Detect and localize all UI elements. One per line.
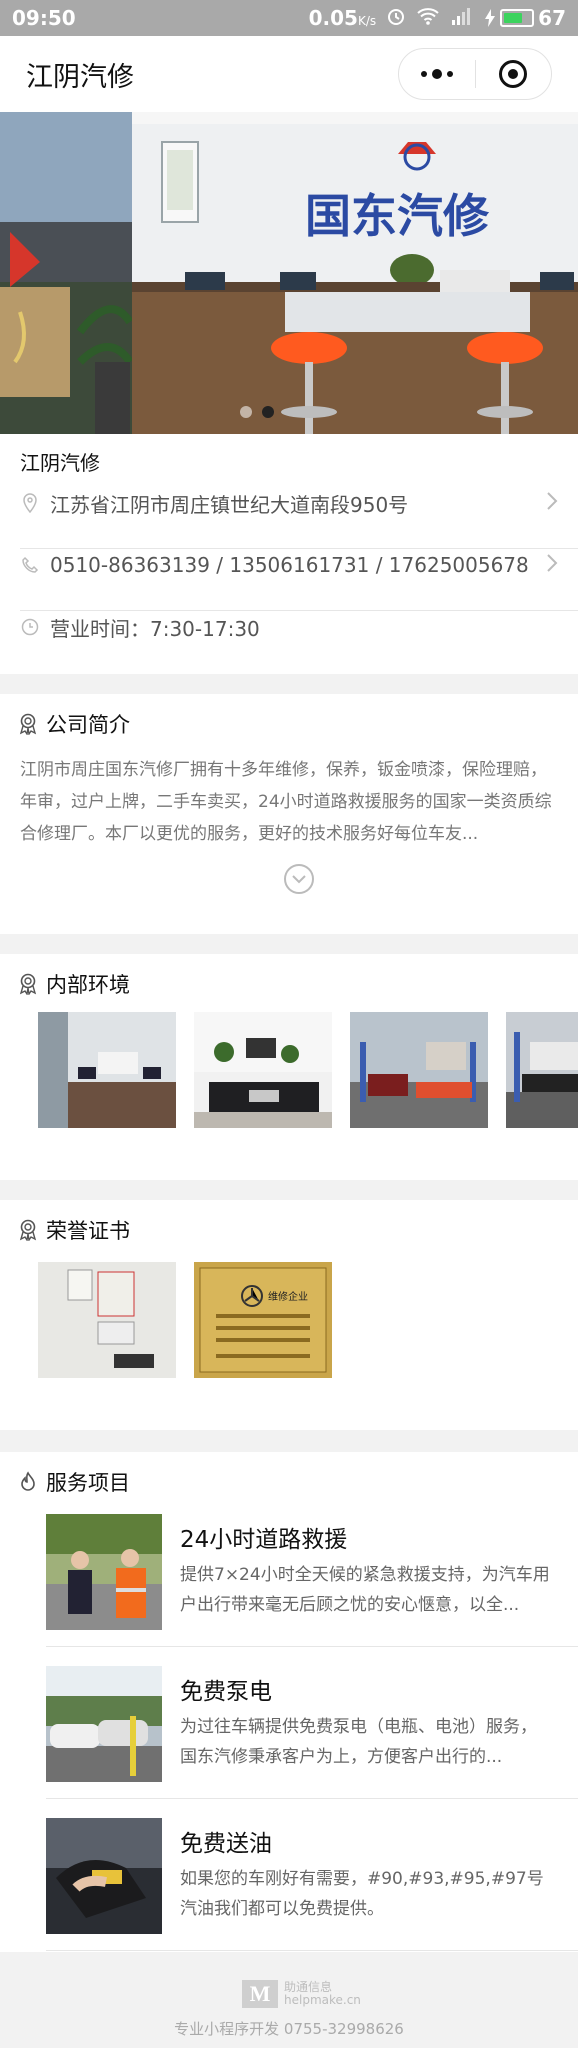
service-item[interactable]: 24小时道路救援 提供7×24小时全天候的紧急救援支持，为汽车用户出行带来毫无后… bbox=[0, 1494, 578, 1646]
chevron-down-icon bbox=[292, 875, 306, 884]
intro-text: 江阴市周庄国东汽修厂拥有十多年维修，保养，钣金喷漆，保险理赔，年审，过户上牌，二… bbox=[20, 760, 552, 844]
clock-icon bbox=[20, 617, 40, 637]
footer: M 助通信息 helpmake.cn 专业小程序开发 0755-32998626 bbox=[0, 1966, 578, 2048]
service-title: 24小时道路救援 bbox=[180, 1527, 348, 1553]
service-desc: 提供7×24小时全天候的紧急救援支持，为汽车用户出行带来毫无后顾之忧的安心惬意，… bbox=[180, 1565, 550, 1615]
developer-credit[interactable]: 专业小程序开发 0755-32998626 bbox=[0, 2018, 578, 2039]
wifi-icon bbox=[416, 6, 440, 31]
section-title: 荣誉证书 bbox=[46, 1219, 130, 1243]
more-dots-icon bbox=[420, 69, 453, 79]
carousel-indicators bbox=[240, 406, 274, 418]
developer-logo: M 助通信息 helpmake.cn bbox=[242, 1980, 361, 2008]
service-desc: 如果您的车刚好有需要，#90,#93,#95,#97号汽油我们都可以免费提供。 bbox=[180, 1869, 544, 1919]
location-pin-icon bbox=[20, 493, 40, 513]
service-item[interactable]: 免费泵电 为过往车辆提供免费泵电（电瓶、电池）服务，国东汽修秉承客户为上，方便客… bbox=[0, 1646, 578, 1798]
target-icon bbox=[499, 60, 528, 88]
certificates-section: 荣誉证书 维修企业 bbox=[0, 1200, 578, 1430]
mini-program-navbar: 江阴汽修 bbox=[0, 36, 578, 112]
capsule-menu bbox=[398, 48, 552, 100]
section-header: 公司简介 bbox=[18, 709, 130, 739]
battery-fill bbox=[504, 13, 522, 23]
logo-en: helpmake.cn bbox=[284, 1993, 361, 2007]
signal-icon bbox=[450, 6, 474, 31]
more-button[interactable] bbox=[399, 49, 475, 99]
services-section: 服务项目 24小时道路救援 提供7×24小时全天候的紧急救援支持，为汽车用户出行… bbox=[0, 1452, 578, 1952]
service-photo bbox=[46, 1818, 162, 1934]
service-photo bbox=[46, 1514, 162, 1630]
hours-row: 营业时间：7:30-17:30 bbox=[0, 596, 578, 658]
section-header: 内部环境 bbox=[18, 969, 130, 999]
status-bar: 09:50 0.05K/s 67 bbox=[0, 0, 578, 36]
brand-mark-icon: M bbox=[242, 1980, 278, 2008]
address-row[interactable]: 江苏省江阴市周庄镇世纪大道南段950号 bbox=[0, 472, 578, 534]
phone-row[interactable]: 0510-86363139 / 13506161731 / 1762500567… bbox=[0, 534, 578, 596]
award-badge-icon bbox=[19, 713, 37, 735]
environment-photo[interactable] bbox=[194, 1012, 332, 1128]
award-badge-icon bbox=[19, 973, 37, 995]
shop-info-card: 江阴汽修 江苏省江阴市周庄镇世纪大道南段950号 0510-86363139 /… bbox=[0, 434, 578, 674]
environment-photo[interactable] bbox=[506, 1012, 578, 1128]
battery-indicator: 67 bbox=[484, 6, 566, 30]
alarm-icon bbox=[386, 6, 406, 31]
page-title: 江阴汽修 bbox=[26, 61, 134, 93]
chevron-right-icon bbox=[546, 489, 558, 517]
certificate-photo[interactable] bbox=[38, 1262, 176, 1378]
service-item[interactable]: 免费送油 如果您的车刚好有需要，#90,#93,#95,#97号汽油我们都可以免… bbox=[0, 1798, 578, 1950]
banner-image: 国东汽修 bbox=[0, 112, 578, 434]
environment-section: 内部环境 bbox=[0, 954, 578, 1180]
network-speed: 0.05K/s bbox=[308, 6, 377, 30]
service-title: 免费泵电 bbox=[180, 1679, 272, 1705]
address-text: 江苏省江阴市周庄镇世纪大道南段950号 bbox=[50, 492, 409, 517]
carousel-dot[interactable] bbox=[240, 406, 252, 418]
environment-photo[interactable] bbox=[350, 1012, 488, 1128]
service-photo bbox=[46, 1666, 162, 1782]
phone-icon bbox=[20, 555, 40, 575]
logo-cn: 助通信息 bbox=[284, 1980, 333, 1994]
status-time: 09:50 bbox=[12, 6, 76, 30]
company-intro-section: 公司简介 江阴市周庄国东汽修厂拥有十多年维修，保养，钣金喷漆，保险理赔，年审，过… bbox=[0, 694, 578, 934]
section-header: 服务项目 bbox=[18, 1467, 130, 1497]
section-header: 荣誉证书 bbox=[18, 1215, 130, 1245]
section-title: 内部环境 bbox=[46, 973, 130, 997]
expand-button[interactable] bbox=[284, 864, 314, 894]
chevron-right-icon bbox=[546, 551, 558, 579]
shop-sign-text: 国东汽修 bbox=[305, 189, 490, 243]
banner-carousel[interactable]: 国东汽修 bbox=[0, 112, 578, 434]
carousel-dot-active[interactable] bbox=[262, 406, 274, 418]
close-program-button[interactable] bbox=[476, 49, 552, 99]
section-title: 服务项目 bbox=[46, 1471, 130, 1495]
hours-text: 营业时间：7:30-17:30 bbox=[50, 616, 260, 641]
environment-photo[interactable] bbox=[38, 1012, 176, 1128]
phone-text: 0510-86363139 / 13506161731 / 1762500567… bbox=[50, 553, 529, 577]
section-title: 公司简介 bbox=[46, 713, 130, 737]
service-desc: 为过往车辆提供免费泵电（电瓶、电池）服务，国东汽修秉承客户为上，方便客户出行的.… bbox=[180, 1717, 537, 1767]
certificate-plaque[interactable]: 维修企业 bbox=[194, 1262, 332, 1378]
flame-icon bbox=[21, 1471, 35, 1491]
service-title: 免费送油 bbox=[180, 1831, 272, 1857]
award-badge-icon bbox=[19, 1219, 37, 1241]
charging-icon bbox=[485, 9, 496, 27]
plaque-text: 维修企业 bbox=[268, 1290, 308, 1303]
